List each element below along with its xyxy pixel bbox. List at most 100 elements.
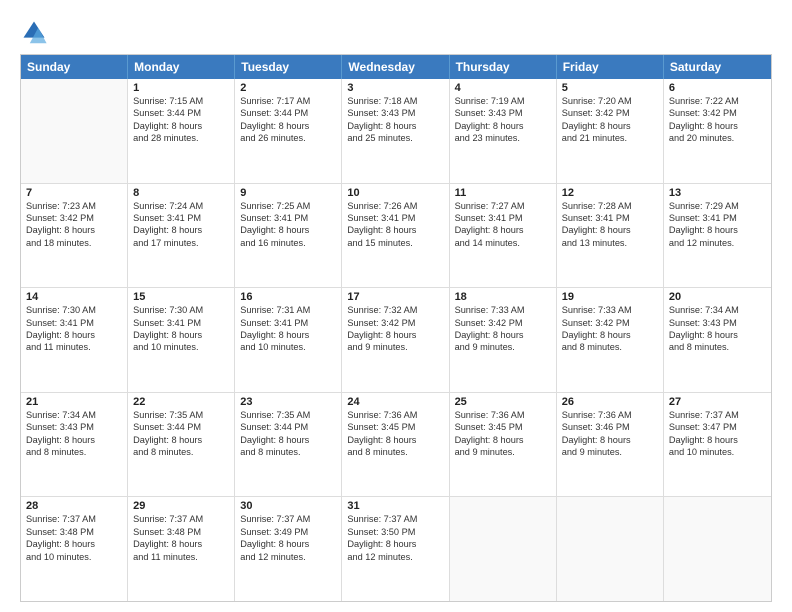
- sunset-text: Sunset: 3:44 PM: [240, 421, 336, 433]
- day-number: 19: [562, 291, 658, 303]
- day-number: 14: [26, 291, 122, 303]
- calendar-cell: 24Sunrise: 7:36 AMSunset: 3:45 PMDayligh…: [342, 393, 449, 497]
- day-number: 1: [133, 82, 229, 94]
- calendar-cell: 17Sunrise: 7:32 AMSunset: 3:42 PMDayligh…: [342, 288, 449, 392]
- header: [20, 18, 772, 46]
- sunrise-text: Sunrise: 7:35 AM: [240, 409, 336, 421]
- daylight-minutes-text: and 23 minutes.: [455, 132, 551, 144]
- day-number: 22: [133, 396, 229, 408]
- day-number: 20: [669, 291, 766, 303]
- day-number: 29: [133, 500, 229, 512]
- header-day: Wednesday: [342, 55, 449, 79]
- calendar-cell: 6Sunrise: 7:22 AMSunset: 3:42 PMDaylight…: [664, 79, 771, 183]
- daylight-text: Daylight: 8 hours: [240, 120, 336, 132]
- daylight-text: Daylight: 8 hours: [455, 120, 551, 132]
- daylight-minutes-text: and 15 minutes.: [347, 237, 443, 249]
- sunset-text: Sunset: 3:46 PM: [562, 421, 658, 433]
- sunrise-text: Sunrise: 7:19 AM: [455, 95, 551, 107]
- sunrise-text: Sunrise: 7:17 AM: [240, 95, 336, 107]
- calendar-cell: 26Sunrise: 7:36 AMSunset: 3:46 PMDayligh…: [557, 393, 664, 497]
- calendar-row: 28Sunrise: 7:37 AMSunset: 3:48 PMDayligh…: [21, 497, 771, 601]
- daylight-minutes-text: and 17 minutes.: [133, 237, 229, 249]
- sunset-text: Sunset: 3:41 PM: [562, 212, 658, 224]
- day-number: 16: [240, 291, 336, 303]
- day-number: 5: [562, 82, 658, 94]
- page: SundayMondayTuesdayWednesdayThursdayFrid…: [0, 0, 792, 612]
- calendar-cell: 1Sunrise: 7:15 AMSunset: 3:44 PMDaylight…: [128, 79, 235, 183]
- daylight-minutes-text: and 10 minutes.: [240, 341, 336, 353]
- calendar-cell: 18Sunrise: 7:33 AMSunset: 3:42 PMDayligh…: [450, 288, 557, 392]
- sunrise-text: Sunrise: 7:26 AM: [347, 200, 443, 212]
- calendar-cell: 5Sunrise: 7:20 AMSunset: 3:42 PMDaylight…: [557, 79, 664, 183]
- day-number: 11: [455, 187, 551, 199]
- calendar-cell: 14Sunrise: 7:30 AMSunset: 3:41 PMDayligh…: [21, 288, 128, 392]
- daylight-minutes-text: and 8 minutes.: [133, 446, 229, 458]
- header-day: Tuesday: [235, 55, 342, 79]
- sunrise-text: Sunrise: 7:28 AM: [562, 200, 658, 212]
- daylight-text: Daylight: 8 hours: [562, 434, 658, 446]
- day-number: 25: [455, 396, 551, 408]
- sunrise-text: Sunrise: 7:35 AM: [133, 409, 229, 421]
- daylight-text: Daylight: 8 hours: [133, 538, 229, 550]
- sunset-text: Sunset: 3:41 PM: [133, 317, 229, 329]
- daylight-minutes-text: and 14 minutes.: [455, 237, 551, 249]
- sunset-text: Sunset: 3:42 PM: [347, 317, 443, 329]
- calendar-row: 1Sunrise: 7:15 AMSunset: 3:44 PMDaylight…: [21, 79, 771, 184]
- daylight-minutes-text: and 13 minutes.: [562, 237, 658, 249]
- day-number: 21: [26, 396, 122, 408]
- header-day: Monday: [128, 55, 235, 79]
- sunrise-text: Sunrise: 7:34 AM: [26, 409, 122, 421]
- sunset-text: Sunset: 3:44 PM: [133, 421, 229, 433]
- daylight-minutes-text: and 10 minutes.: [133, 341, 229, 353]
- header-day: Friday: [557, 55, 664, 79]
- daylight-text: Daylight: 8 hours: [240, 224, 336, 236]
- calendar-cell: 8Sunrise: 7:24 AMSunset: 3:41 PMDaylight…: [128, 184, 235, 288]
- daylight-text: Daylight: 8 hours: [347, 224, 443, 236]
- calendar: SundayMondayTuesdayWednesdayThursdayFrid…: [20, 54, 772, 602]
- sunrise-text: Sunrise: 7:37 AM: [347, 513, 443, 525]
- daylight-text: Daylight: 8 hours: [26, 224, 122, 236]
- sunset-text: Sunset: 3:41 PM: [240, 317, 336, 329]
- calendar-cell: [21, 79, 128, 183]
- daylight-minutes-text: and 11 minutes.: [26, 341, 122, 353]
- day-number: 9: [240, 187, 336, 199]
- daylight-text: Daylight: 8 hours: [347, 538, 443, 550]
- daylight-text: Daylight: 8 hours: [240, 329, 336, 341]
- logo-icon: [20, 18, 48, 46]
- calendar-row: 7Sunrise: 7:23 AMSunset: 3:42 PMDaylight…: [21, 184, 771, 289]
- sunrise-text: Sunrise: 7:15 AM: [133, 95, 229, 107]
- sunrise-text: Sunrise: 7:36 AM: [562, 409, 658, 421]
- daylight-text: Daylight: 8 hours: [669, 120, 766, 132]
- sunrise-text: Sunrise: 7:33 AM: [562, 304, 658, 316]
- header-day: Thursday: [450, 55, 557, 79]
- day-number: 12: [562, 187, 658, 199]
- day-number: 26: [562, 396, 658, 408]
- sunrise-text: Sunrise: 7:27 AM: [455, 200, 551, 212]
- day-number: 13: [669, 187, 766, 199]
- calendar-cell: 9Sunrise: 7:25 AMSunset: 3:41 PMDaylight…: [235, 184, 342, 288]
- day-number: 8: [133, 187, 229, 199]
- daylight-text: Daylight: 8 hours: [669, 329, 766, 341]
- daylight-minutes-text: and 20 minutes.: [669, 132, 766, 144]
- sunrise-text: Sunrise: 7:24 AM: [133, 200, 229, 212]
- day-number: 30: [240, 500, 336, 512]
- daylight-minutes-text: and 16 minutes.: [240, 237, 336, 249]
- calendar-cell: [450, 497, 557, 601]
- sunrise-text: Sunrise: 7:37 AM: [669, 409, 766, 421]
- daylight-text: Daylight: 8 hours: [347, 120, 443, 132]
- day-number: 24: [347, 396, 443, 408]
- calendar-cell: 3Sunrise: 7:18 AMSunset: 3:43 PMDaylight…: [342, 79, 449, 183]
- daylight-minutes-text: and 11 minutes.: [133, 551, 229, 563]
- sunset-text: Sunset: 3:41 PM: [669, 212, 766, 224]
- calendar-cell: 28Sunrise: 7:37 AMSunset: 3:48 PMDayligh…: [21, 497, 128, 601]
- daylight-text: Daylight: 8 hours: [133, 329, 229, 341]
- calendar-header: SundayMondayTuesdayWednesdayThursdayFrid…: [21, 55, 771, 79]
- sunset-text: Sunset: 3:42 PM: [669, 107, 766, 119]
- daylight-minutes-text: and 8 minutes.: [347, 446, 443, 458]
- daylight-text: Daylight: 8 hours: [26, 329, 122, 341]
- calendar-cell: 7Sunrise: 7:23 AMSunset: 3:42 PMDaylight…: [21, 184, 128, 288]
- calendar-row: 14Sunrise: 7:30 AMSunset: 3:41 PMDayligh…: [21, 288, 771, 393]
- daylight-minutes-text: and 25 minutes.: [347, 132, 443, 144]
- daylight-text: Daylight: 8 hours: [26, 538, 122, 550]
- day-number: 6: [669, 82, 766, 94]
